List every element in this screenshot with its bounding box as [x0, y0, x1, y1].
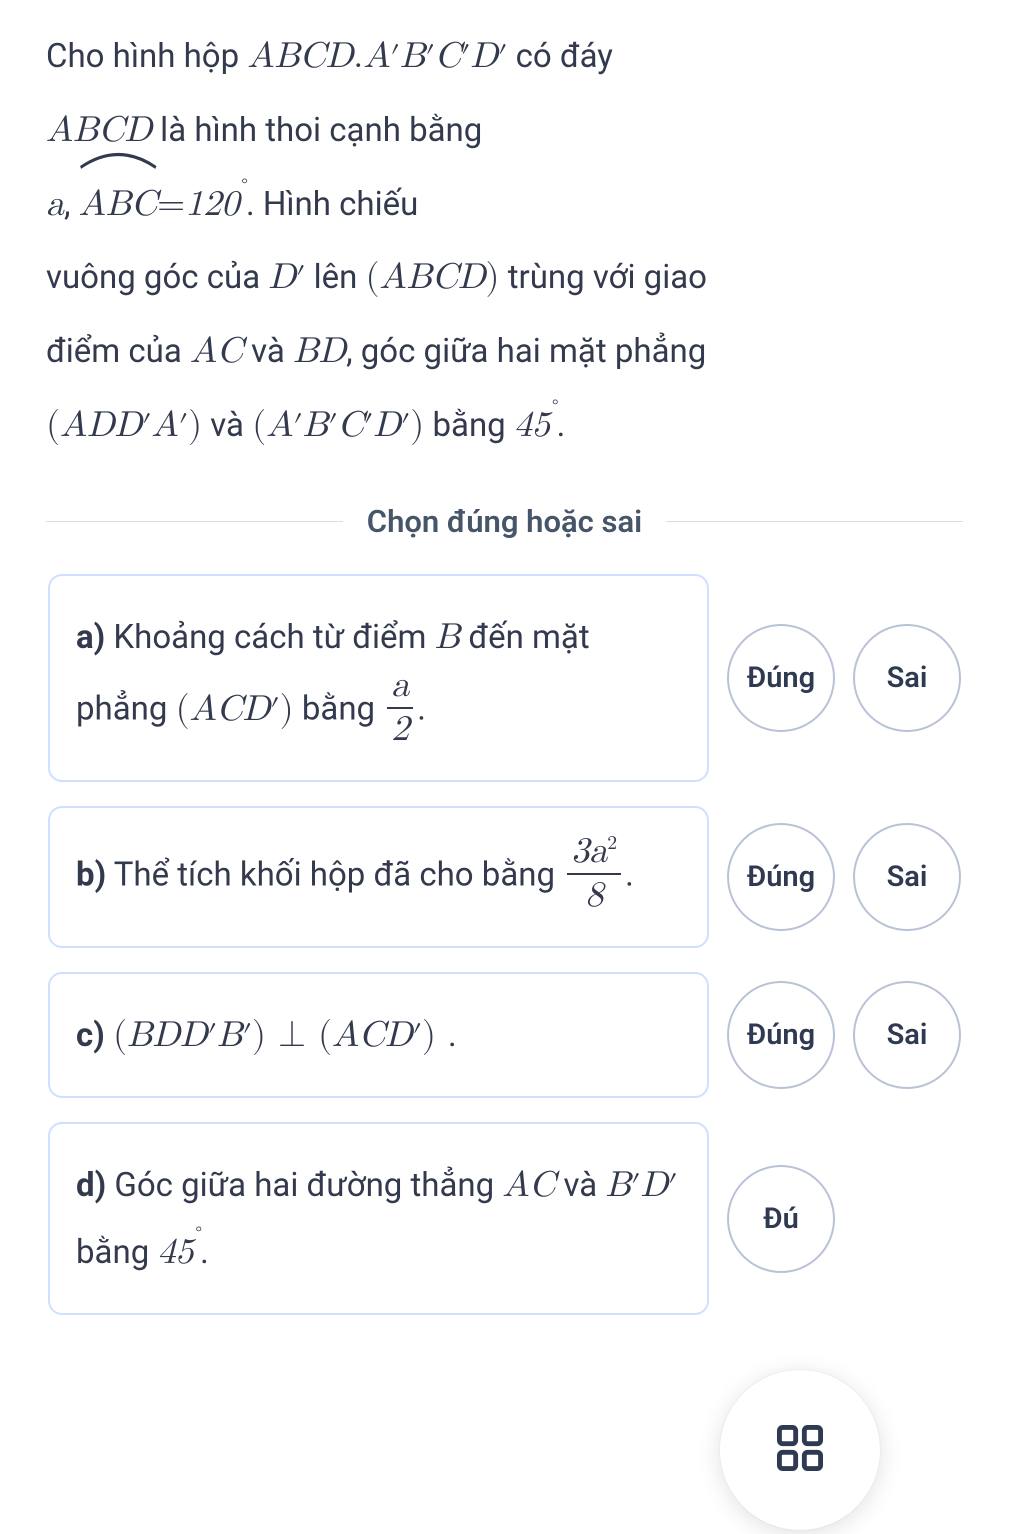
- text: là hình thoi cạnh bằng: [152, 111, 482, 150]
- option-card-b: b) Thể tích khối hộp đã cho bằng 3a28.: [48, 806, 709, 948]
- option-label: c): [76, 1016, 105, 1055]
- math-expr: =120°: [157, 186, 246, 222]
- option-label: a): [76, 618, 105, 657]
- section-divider: Chọn đúng hoặc sai: [46, 503, 963, 540]
- text: lên: [305, 258, 365, 297]
- option-row-a: a) Khoảng cách từ điểm B đến mặt phẳng (…: [48, 574, 961, 782]
- option-row-d: d) Góc giữa hai đường thẳng AC và B′D′ b…: [48, 1122, 961, 1315]
- text: điểm của: [46, 332, 190, 371]
- text: .: [448, 1016, 457, 1055]
- math-expr: (ADD′A′): [46, 407, 202, 443]
- apps-grid-icon: [774, 1422, 826, 1478]
- option-card-c: c) (BDD′B′) ⊥ (ACD′) .: [48, 972, 709, 1099]
- true-button[interactable]: Đúng: [727, 624, 835, 732]
- option-card-a: a) Khoảng cách từ điểm B đến mặt phẳng (…: [48, 574, 709, 782]
- text: Góc giữa hai đường thẳng: [106, 1166, 502, 1205]
- math-expr: AC: [190, 333, 243, 369]
- text: vuông góc của: [46, 258, 268, 297]
- math-expr: (ACD′): [176, 691, 294, 727]
- text: và: [202, 406, 252, 445]
- text: , góc giữa hai mặt phẳng: [346, 332, 706, 371]
- math-expr: ABCD.A′B′C′D′: [247, 38, 507, 74]
- math-expr: BD: [293, 333, 346, 369]
- problem-statement: Cho hình hộp ABCD.A′B′C′D′ có đáy ABCD l…: [46, 20, 963, 463]
- math-expr: B: [435, 619, 461, 655]
- math-expr: AC: [502, 1167, 555, 1203]
- option-label: d): [76, 1166, 106, 1205]
- option-card-d: d) Góc giữa hai đường thẳng AC và B′D′ b…: [48, 1122, 709, 1315]
- false-button[interactable]: Sai: [853, 624, 961, 732]
- false-button[interactable]: Sai: [853, 823, 961, 931]
- text: và: [555, 1166, 605, 1205]
- text: bằng: [424, 406, 514, 445]
- text: và: [243, 332, 293, 371]
- math-expr: (ABCD): [366, 259, 500, 295]
- apps-fab-button[interactable]: [720, 1370, 880, 1530]
- text: Thể tích khối hộp đã cho bằng: [106, 855, 563, 894]
- true-button[interactable]: Đúng: [727, 981, 835, 1089]
- false-button[interactable]: Sai: [853, 981, 961, 1089]
- divider-label: Chọn đúng hoặc sai: [343, 503, 666, 540]
- fraction: 3a28: [567, 833, 621, 915]
- fraction: a2: [387, 667, 413, 749]
- option-label: b): [76, 855, 106, 894]
- true-button[interactable]: Đúng: [727, 823, 835, 931]
- text: .: [625, 855, 634, 894]
- text: Cho hình hộp: [46, 37, 247, 76]
- options-list: a) Khoảng cách từ điểm B đến mặt phẳng (…: [46, 574, 963, 1316]
- math-expr: a: [46, 186, 64, 222]
- true-button[interactable]: Đú: [727, 1165, 835, 1273]
- text: bằng: [294, 690, 384, 729]
- option-row-b: b) Thể tích khối hộp đã cho bằng 3a28. Đ…: [48, 806, 961, 948]
- text: bằng: [76, 1233, 157, 1272]
- math-expr: (BDD′B′) ⊥ (ACD′): [113, 1017, 448, 1053]
- text: . Hình chiếu: [246, 185, 418, 224]
- math-expr: 45°: [514, 407, 557, 443]
- math-expr: 45°: [157, 1234, 200, 1270]
- math-expr: ABCD: [46, 112, 152, 148]
- math-angle: ABC: [79, 168, 157, 242]
- text: trùng với giao: [500, 258, 707, 297]
- text: Khoảng cách từ điểm: [105, 618, 434, 657]
- math-expr: B′D′: [605, 1167, 677, 1203]
- text: ,: [64, 185, 79, 224]
- option-row-c: c) (BDD′B′) ⊥ (ACD′) . Đúng Sai: [48, 972, 961, 1099]
- math-expr: (A′B′C′D′): [252, 407, 424, 443]
- text: .: [417, 690, 426, 729]
- text: có đáy: [507, 37, 613, 76]
- math-expr: D′: [268, 259, 305, 295]
